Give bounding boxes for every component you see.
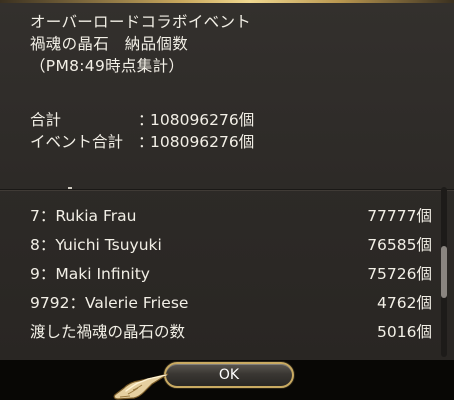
list-item: 9：Maki Infinity 75726個: [30, 262, 432, 286]
rank-name: 9：Maki Infinity: [30, 265, 150, 283]
list-item: 9792：Valerie Friese 4762個: [30, 291, 432, 315]
delivered-value: 5016個: [377, 323, 432, 341]
list-scrollbar[interactable]: [441, 187, 447, 357]
list-item: 7：Rukia Frau 77777個: [30, 204, 432, 228]
item-title: 禍魂の晶石 納品個数: [30, 35, 189, 53]
clipped-row-remnant: [68, 187, 72, 189]
event-title: オーバーロードコラボイベント: [30, 13, 252, 31]
delivered-row: 渡した禍魂の晶石の数 5016個: [30, 320, 432, 344]
rank-name: 9792：Valerie Friese: [30, 294, 189, 312]
ranking-list[interactable]: 7：Rukia Frau 77777個 8：Yuichi Tsuyuki 765…: [0, 187, 454, 357]
ok-button[interactable]: OK: [164, 362, 294, 388]
pointing-hand-cursor-icon: [113, 373, 169, 400]
rank-name: 8：Yuichi Tsuyuki: [30, 236, 162, 254]
delivered-label: 渡した禍魂の晶石の数: [30, 323, 186, 341]
rank-value: 75726個: [367, 265, 432, 283]
rank-value: 77777個: [367, 207, 432, 225]
rank-name: 7：Rukia Frau: [30, 207, 137, 225]
total-value: 108096276個: [150, 111, 255, 129]
list-item: 8：Yuichi Tsuyuki 76585個: [30, 233, 432, 257]
total-separator: ：: [138, 111, 154, 129]
rank-value: 4762個: [377, 294, 432, 312]
event-total-label: イベント合計: [30, 133, 124, 151]
event-total-value: 108096276個: [150, 133, 255, 151]
dialog-header: オーバーロードコラボイベント 禍魂の晶石 納品個数 （PM8:49時点集計）: [30, 11, 434, 77]
rank-value: 76585個: [367, 236, 432, 254]
event-total-separator: ：: [138, 133, 154, 151]
total-label: 合計: [30, 111, 62, 129]
scrollbar-thumb[interactable]: [441, 246, 447, 298]
event-total-row: イベント合計 ：108096276個: [30, 131, 254, 153]
tally-time: （PM8:49時点集計）: [30, 57, 185, 75]
total-row: 合計 ：108096276個: [30, 109, 254, 131]
totals-block: 合計 ：108096276個 イベント合計 ：108096276個: [30, 109, 254, 153]
